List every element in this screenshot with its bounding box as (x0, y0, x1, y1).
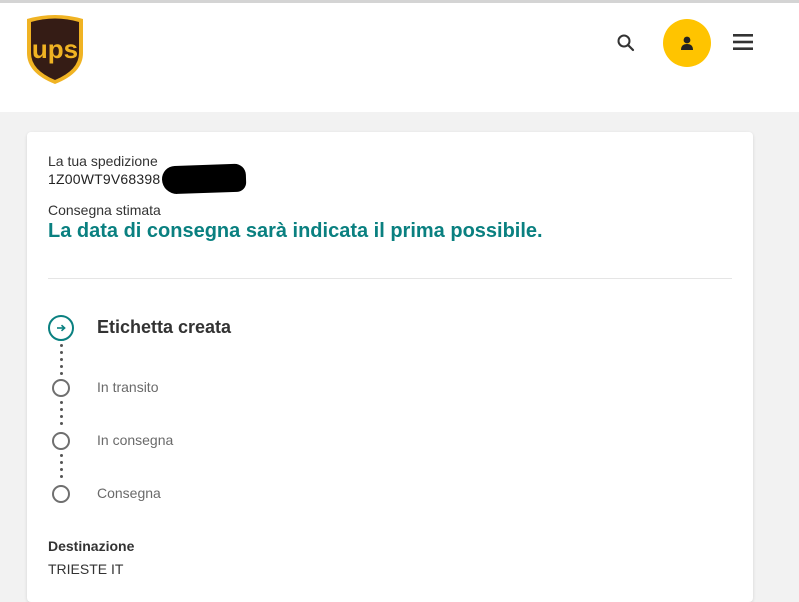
ups-logo[interactable]: ups (25, 13, 85, 85)
step-pending-icon (52, 379, 70, 397)
step-label-consegna: Consegna (97, 485, 161, 501)
destination-value: TRIESTE IT (48, 561, 124, 577)
step-pending-icon (52, 432, 70, 450)
shipment-card: La tua spedizione 1Z00WT9V68398 Consegna… (27, 132, 753, 602)
ups-logo-text: ups (32, 34, 78, 64)
progress-connector (60, 401, 64, 429)
shipment-heading: La tua spedizione (48, 153, 158, 169)
tracking-number: 1Z00WT9V68398 (48, 171, 161, 187)
progress-connector (60, 344, 64, 379)
step-label-in-transito: In transito (97, 379, 159, 395)
estimate-label: Consegna stimata (48, 202, 161, 218)
search-button[interactable] (612, 29, 640, 57)
ups-shield-icon: ups (27, 15, 83, 84)
divider (48, 278, 732, 279)
arrow-right-icon (57, 324, 66, 332)
step-pending-icon (52, 485, 70, 503)
progress-connector (60, 454, 64, 482)
user-icon (681, 36, 693, 50)
tracking-number-row: 1Z00WT9V68398 (48, 163, 247, 195)
search-icon (617, 34, 635, 52)
redaction-mark (161, 163, 247, 195)
menu-icon (733, 34, 753, 50)
destination-label: Destinazione (48, 538, 135, 554)
menu-button[interactable] (730, 29, 756, 55)
step-label-in-consegna: In consegna (97, 432, 174, 448)
profile-button[interactable] (663, 19, 711, 67)
site-header: ups (0, 3, 799, 112)
step-current-icon (48, 315, 74, 341)
estimate-text: La data di consegna sarà indicata il pri… (48, 220, 543, 242)
step-label-current: Etichetta creata (97, 317, 232, 337)
